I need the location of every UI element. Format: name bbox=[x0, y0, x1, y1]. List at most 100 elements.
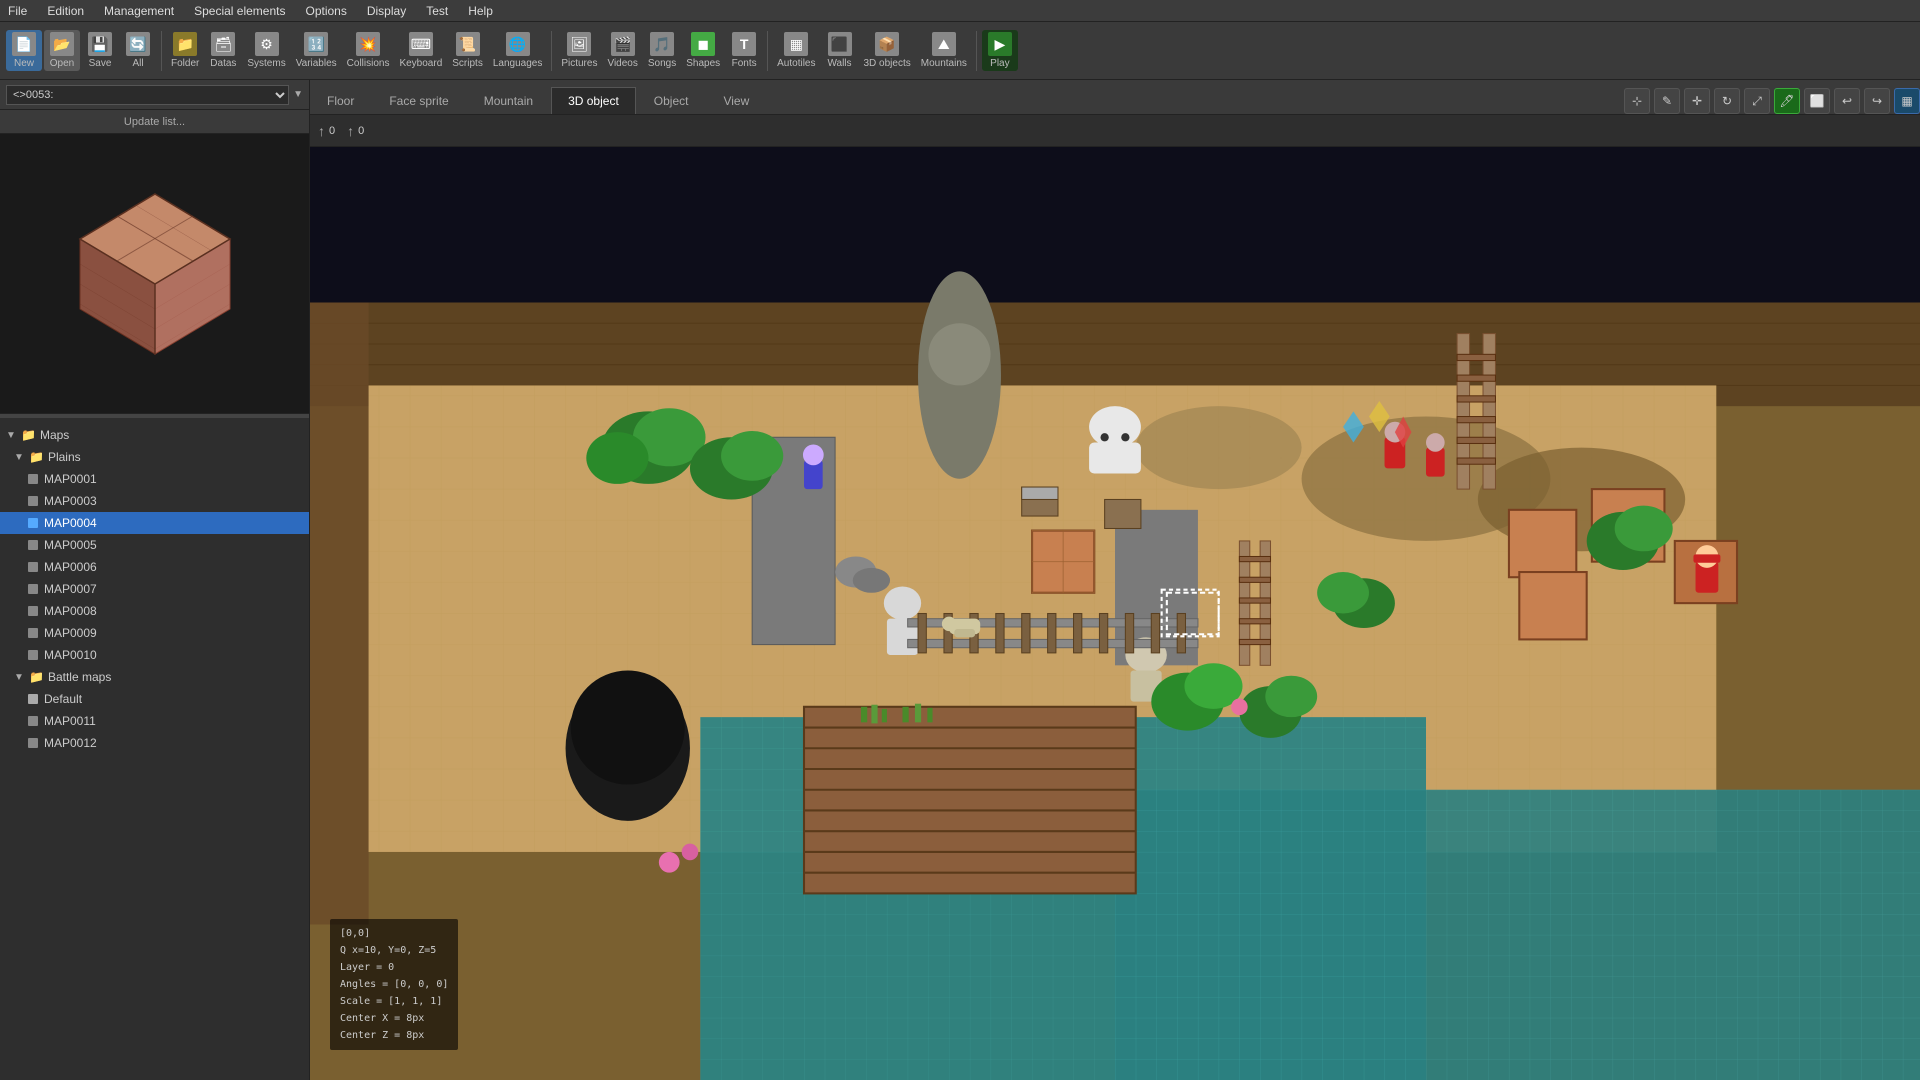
scene-container: [0,0] Q x=10, Y=0, Z=5 Layer = 0 Angles … bbox=[310, 147, 1920, 1080]
menu-management[interactable]: Management bbox=[100, 2, 178, 20]
map0011-icon bbox=[28, 716, 38, 726]
update-list-button[interactable]: Update list... bbox=[0, 110, 309, 134]
menu-help[interactable]: Help bbox=[464, 2, 497, 20]
cursor-tool-btn[interactable]: ⊹ bbox=[1624, 88, 1650, 114]
rotate-tool-btn[interactable]: ↻ bbox=[1714, 88, 1740, 114]
tree-map-map0003[interactable]: MAP0003 bbox=[0, 490, 309, 512]
tree-map-map0012[interactable]: MAP0012 bbox=[0, 732, 309, 754]
tree-map-map0004[interactable]: MAP0004 bbox=[0, 512, 309, 534]
tab-3d-object[interactable]: 3D object bbox=[551, 87, 636, 114]
toolbar-shapes[interactable]: ◼ Shapes bbox=[682, 30, 724, 71]
toolbar-keyboard-label: Keyboard bbox=[399, 58, 442, 69]
map0003-label: MAP0003 bbox=[44, 494, 97, 508]
toolbar-separator-4 bbox=[976, 31, 977, 71]
tree-map-map0007[interactable]: MAP0007 bbox=[0, 578, 309, 600]
toolbar-new-label: New bbox=[14, 58, 34, 69]
toolbar-open[interactable]: 📂 Open bbox=[44, 30, 80, 71]
toolbar-autotiles[interactable]: ▦ Autotiles bbox=[773, 30, 819, 71]
toolbar-scripts[interactable]: 📜 Scripts bbox=[448, 30, 487, 71]
tree-map-default[interactable]: Default bbox=[0, 688, 309, 710]
erase-tool-btn[interactable]: ⬜ bbox=[1804, 88, 1830, 114]
battlemaps-arrow: ▼ bbox=[14, 672, 26, 683]
menu-display[interactable]: Display bbox=[363, 2, 410, 20]
tree-group-plains[interactable]: ▼ 📁 Plains bbox=[0, 446, 309, 468]
tab-floor[interactable]: Floor bbox=[310, 87, 371, 114]
toolbar-collisions-label: Collisions bbox=[347, 58, 390, 69]
pencil-tool-btn[interactable]: ✎ bbox=[1654, 88, 1680, 114]
map0007-icon bbox=[28, 584, 38, 594]
main-layout: <>0053: ▼ Update list... bbox=[0, 80, 1920, 1080]
info-line6: Center X = 8px bbox=[340, 1010, 448, 1027]
draw-tool-btn[interactable]: 🖊 bbox=[1774, 88, 1800, 114]
toolbar-3dobjects-label: 3D objects bbox=[864, 58, 911, 69]
toolbar-datas-label: Datas bbox=[210, 58, 236, 69]
tree-map-map0011[interactable]: MAP0011 bbox=[0, 710, 309, 732]
map0005-label: MAP0005 bbox=[44, 538, 97, 552]
toolbar-languages[interactable]: 🌐 Languages bbox=[489, 30, 547, 71]
tree-map-map0008[interactable]: MAP0008 bbox=[0, 600, 309, 622]
toolbar-keyboard[interactable]: ⌨ Keyboard bbox=[395, 30, 446, 71]
tree-map-map0009[interactable]: MAP0009 bbox=[0, 622, 309, 644]
toolbar-scripts-label: Scripts bbox=[452, 58, 483, 69]
toolbar-all-label: All bbox=[132, 58, 143, 69]
battlemaps-folder-icon: 📁 bbox=[29, 670, 44, 684]
redo-tool-btn[interactable]: ↪ bbox=[1864, 88, 1890, 114]
scripts-icon: 📜 bbox=[456, 32, 480, 56]
toolbar-songs[interactable]: 🎵 Songs bbox=[644, 30, 680, 71]
coord-right-arrow: ↑ bbox=[347, 123, 354, 139]
toolbar-systems[interactable]: ⚙ Systems bbox=[243, 30, 289, 71]
coord-up-arrow: ↑ bbox=[318, 123, 325, 139]
toolbar-mountains[interactable]: ⛰ Mountains bbox=[917, 30, 971, 71]
open-icon: 📂 bbox=[50, 32, 74, 56]
viewport[interactable]: [0,0] Q x=10, Y=0, Z=5 Layer = 0 Angles … bbox=[310, 147, 1920, 1080]
tab-view[interactable]: View bbox=[706, 87, 766, 114]
toolbar-languages-label: Languages bbox=[493, 58, 543, 69]
map-select[interactable]: <>0053: bbox=[6, 85, 289, 105]
toolbar-variables-label: Variables bbox=[296, 58, 337, 69]
toolbar-videos-label: Videos bbox=[607, 58, 637, 69]
toolbar-play[interactable]: ▶ Play bbox=[982, 30, 1018, 71]
menu-test[interactable]: Test bbox=[422, 2, 452, 20]
menu-options[interactable]: Options bbox=[301, 2, 350, 20]
plains-folder-icon: 📁 bbox=[29, 450, 44, 464]
toolbar-folder[interactable]: 📁 Folder bbox=[167, 30, 203, 71]
menubar: File Edition Management Special elements… bbox=[0, 0, 1920, 22]
tree-map-map0005[interactable]: MAP0005 bbox=[0, 534, 309, 556]
menu-edition[interactable]: Edition bbox=[43, 2, 88, 20]
grid-tool-btn[interactable]: ▦ bbox=[1894, 88, 1920, 114]
map0008-icon bbox=[28, 606, 38, 616]
move-tool-btn[interactable]: ✛ bbox=[1684, 88, 1710, 114]
collisions-icon: 💥 bbox=[356, 32, 380, 56]
tree-root-maps[interactable]: ▼ 📁 Maps bbox=[0, 424, 309, 446]
tree-map-map0001[interactable]: MAP0001 bbox=[0, 468, 309, 490]
toolbar-save[interactable]: 💾 Save bbox=[82, 30, 118, 71]
3dobjects-icon: 📦 bbox=[875, 32, 899, 56]
undo-tool-btn[interactable]: ↩ bbox=[1834, 88, 1860, 114]
toolbar-pictures[interactable]: 🖼 Pictures bbox=[557, 30, 601, 71]
toolbar-3dobjects[interactable]: 📦 3D objects bbox=[860, 30, 915, 71]
toolbar-fonts[interactable]: T Fonts bbox=[726, 30, 762, 71]
toolbar-variables[interactable]: 🔢 Variables bbox=[292, 30, 341, 71]
toolbar-datas[interactable]: 🗃 Datas bbox=[205, 30, 241, 71]
tree-map-map0010[interactable]: MAP0010 bbox=[0, 644, 309, 666]
toolbar-collisions[interactable]: 💥 Collisions bbox=[343, 30, 394, 71]
toolbar-autotiles-label: Autotiles bbox=[777, 58, 815, 69]
menu-special[interactable]: Special elements bbox=[190, 2, 289, 20]
toolbar-walls[interactable]: ⬛ Walls bbox=[822, 30, 858, 71]
map0008-label: MAP0008 bbox=[44, 604, 97, 618]
tree-map-map0006[interactable]: MAP0006 bbox=[0, 556, 309, 578]
tab-face-sprite[interactable]: Face sprite bbox=[372, 87, 465, 114]
toolbar-videos[interactable]: 🎬 Videos bbox=[603, 30, 641, 71]
tab-object[interactable]: Object bbox=[637, 87, 706, 114]
scale-tool-btn[interactable]: ⤢ bbox=[1744, 88, 1770, 114]
toolbar-all[interactable]: 🔄 All bbox=[120, 30, 156, 71]
mountains-icon: ⛰ bbox=[932, 32, 956, 56]
map-selector-arrow: ▼ bbox=[293, 89, 303, 100]
tree-group-battlemaps[interactable]: ▼ 📁 Battle maps bbox=[0, 666, 309, 688]
toolbar-walls-label: Walls bbox=[827, 58, 851, 69]
left-panel: <>0053: ▼ Update list... bbox=[0, 80, 310, 1080]
tab-mountain[interactable]: Mountain bbox=[467, 87, 550, 114]
tree-view: ▼ 📁 Maps ▼ 📁 Plains MAP0001 MAP0 bbox=[0, 418, 309, 1080]
toolbar-new[interactable]: 📄 New bbox=[6, 30, 42, 71]
menu-file[interactable]: File bbox=[4, 2, 31, 20]
